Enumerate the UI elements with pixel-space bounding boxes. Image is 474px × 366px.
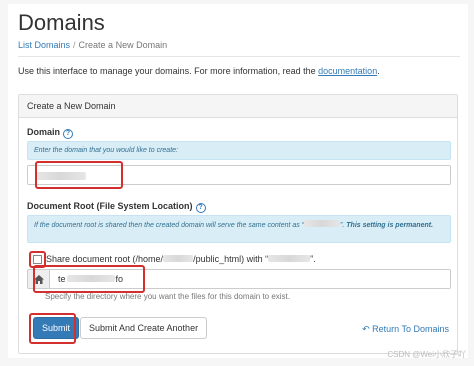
domain-label: Domain?	[27, 127, 74, 139]
divider	[18, 56, 460, 57]
docroot-info-text: If the document root is shared then the …	[34, 222, 305, 229]
domain-label-text: Domain	[27, 127, 61, 137]
documentation-link[interactable]: documentation	[318, 66, 377, 76]
share-label-start: Share document root (/home/	[46, 254, 164, 264]
highlight-submit	[29, 313, 76, 344]
domain-info-box: Enter the domain that you would like to …	[27, 141, 451, 160]
submit-and-create-another-button[interactable]: Submit And Create Another	[80, 317, 208, 339]
return-to-domains-link[interactable]: ↶ Return To Domains	[362, 324, 449, 335]
help-circle-icon[interactable]: ?	[63, 129, 74, 139]
watermark: CSDN @Wei小欣子吖	[387, 350, 466, 359]
redacted-username	[163, 255, 194, 262]
share-docroot-label: Share document root (/home/ /public_html)…	[46, 254, 316, 264]
intro-text: Use this interface to manage your domain…	[18, 66, 380, 76]
redacted-domain	[304, 220, 341, 227]
create-domain-panel: Create a New Domain Domain? Enter the do…	[18, 94, 458, 354]
redacted-domain	[268, 255, 311, 262]
breadcrumb-current: Create a New Domain	[78, 40, 168, 50]
highlight-domain	[35, 161, 123, 189]
docroot-label: Document Root (File System Location)?	[27, 201, 206, 213]
docroot-label-text: Document Root (File System Location)	[27, 201, 193, 211]
page: Domains List Domains / Create a New Domain…	[8, 4, 468, 358]
share-label-middle: /public_html) with “	[193, 254, 269, 264]
intro-body: Use this interface to manage your domain…	[18, 66, 319, 76]
docroot-permanent-note: This setting is permanent.	[346, 222, 434, 229]
intro-tail: .	[377, 66, 380, 76]
share-label-end: ”.	[310, 254, 316, 264]
return-link-text: Return To Domains	[372, 324, 449, 334]
breadcrumb-list-domains-link[interactable]: List Domains	[18, 40, 70, 50]
panel-heading: Create a New Domain	[19, 95, 457, 118]
page-title: Domains	[18, 10, 105, 35]
docroot-info-box: If the document root is shared then the …	[27, 215, 451, 243]
help-circle-icon[interactable]: ?	[195, 203, 206, 213]
highlight-document-root	[33, 265, 145, 293]
docroot-hint: Specify the directory where you want the…	[45, 292, 291, 301]
breadcrumb: List Domains / Create a New Domain	[18, 40, 167, 50]
breadcrumb-separator: /	[73, 40, 76, 50]
return-arrow-icon: ↶	[362, 324, 370, 334]
